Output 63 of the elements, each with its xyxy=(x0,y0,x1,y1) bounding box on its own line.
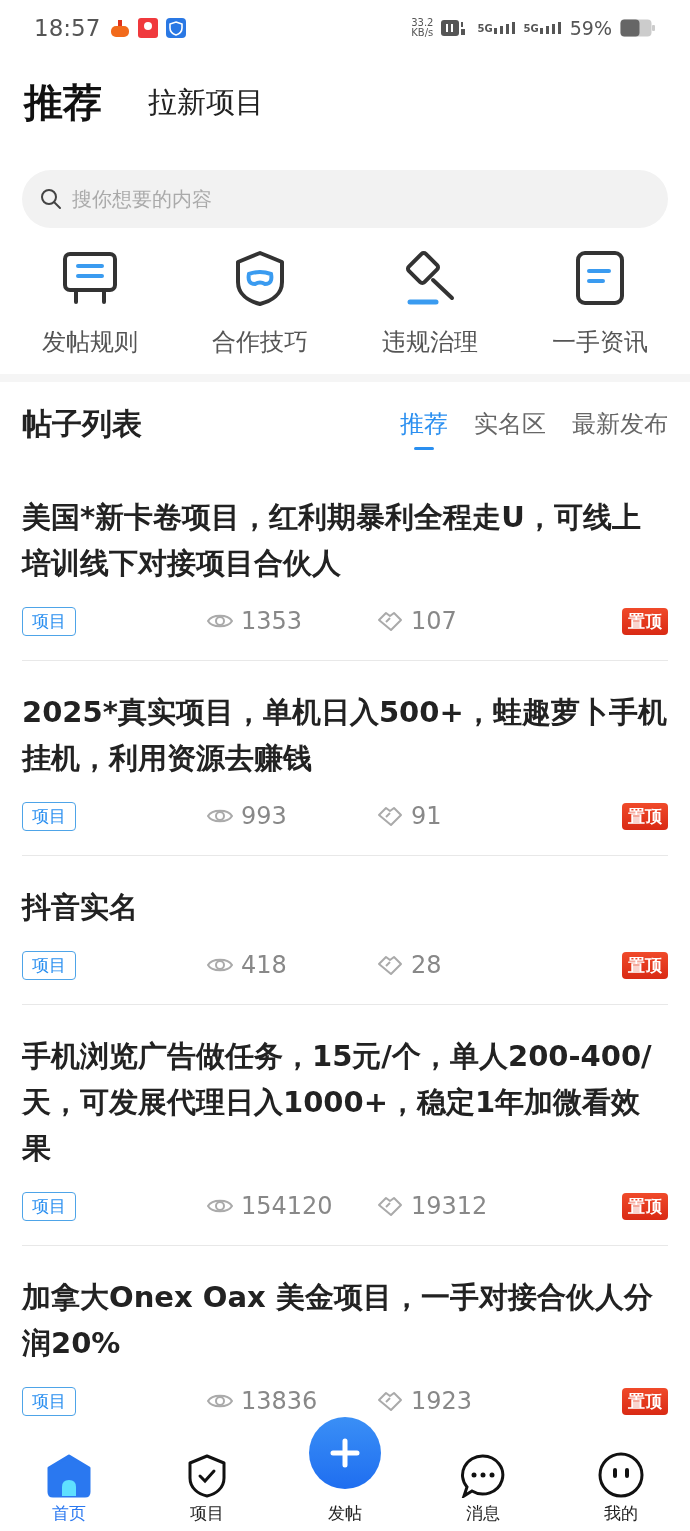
face-icon xyxy=(598,1452,644,1498)
header-tab[interactable]: 推荐 xyxy=(24,75,102,130)
pinned-badge: 置顶 xyxy=(622,1192,668,1220)
network-type: 5G xyxy=(477,22,493,34)
shield-app-icon xyxy=(166,17,187,38)
like-count: 19312 xyxy=(411,1192,488,1220)
nav-tab[interactable]: 首页 xyxy=(0,1447,138,1531)
nav-tab[interactable]: 消息 xyxy=(414,1447,552,1531)
eye-icon xyxy=(207,1392,233,1410)
header-tab[interactable]: 拉新项目 xyxy=(148,82,264,123)
nav-label[interactable]: 发帖 xyxy=(328,1502,362,1525)
like-count: 107 xyxy=(411,607,457,635)
app-icon xyxy=(110,17,131,38)
shield-check-icon xyxy=(187,1454,227,1498)
category-tag: 项目 xyxy=(22,950,76,980)
post-title[interactable]: 美国*新卡卷项目，红利期暴利全程走U，可线上培训线下对接项目合伙人 xyxy=(22,494,668,586)
clock-time: 18:57 xyxy=(34,14,101,41)
pinned-badge: 置顶 xyxy=(622,607,668,635)
network-type: 5G xyxy=(523,22,539,34)
app-icon xyxy=(138,17,159,38)
like-count: 1923 xyxy=(411,1387,473,1415)
plus-icon xyxy=(330,1438,360,1468)
post-title[interactable]: 2025*真实项目，单机日入500+，蛙趣萝卜手机挂机，利用资源去赚钱 xyxy=(22,689,668,781)
category-tag: 项目 xyxy=(22,606,76,636)
pinned-badge: 置顶 xyxy=(622,802,668,830)
pinned-badge: 置顶 xyxy=(622,1387,668,1415)
nav-tab[interactable]: 我的 xyxy=(552,1447,690,1531)
eye-icon xyxy=(207,1197,233,1215)
like-count: 28 xyxy=(411,951,442,979)
pinned-badge: 置顶 xyxy=(622,951,668,979)
home-icon xyxy=(47,1454,91,1498)
network-speed: 33.2 KB/s xyxy=(411,17,434,38)
filter-tab[interactable]: 实名区 xyxy=(474,400,546,448)
section-title: 帖子列表 xyxy=(22,404,143,443)
quick-link[interactable]: 合作技巧 xyxy=(212,326,308,358)
category-tag: 项目 xyxy=(22,1191,76,1221)
view-count: 1353 xyxy=(241,607,303,635)
search-field[interactable]: 搜你想要的内容 xyxy=(22,170,668,228)
signal-icon xyxy=(493,21,516,34)
eye-icon xyxy=(207,807,233,825)
signal-icon xyxy=(539,21,562,34)
view-count: 418 xyxy=(241,951,287,979)
category-tag: 项目 xyxy=(22,801,76,831)
search-icon xyxy=(40,188,62,210)
battery-icon xyxy=(620,18,656,37)
quick-link[interactable]: 一手资讯 xyxy=(552,326,648,358)
eye-icon xyxy=(207,956,233,974)
view-count: 13836 xyxy=(241,1387,318,1415)
like-count: 91 xyxy=(411,802,442,830)
battery-percent: 59% xyxy=(569,16,612,39)
notice-board-icon xyxy=(62,250,118,306)
post-title[interactable]: 手机浏览广告做任务，15元/个，单人200-400/天，可发展代理日入1000+，稳定1年加微看效果 xyxy=(22,1033,668,1171)
quick-link[interactable]: 违规治理 xyxy=(382,326,478,358)
quick-link[interactable]: 发帖规则 xyxy=(42,326,138,358)
filter-tab[interactable]: 最新发布 xyxy=(572,400,668,448)
view-count: 993 xyxy=(241,802,287,830)
post-title[interactable]: 加拿大Onex Oax 美金项目，一手对接合伙人分润20% xyxy=(22,1274,668,1366)
chat-bubble-icon xyxy=(460,1454,506,1498)
view-count: 154120 xyxy=(241,1192,333,1220)
eye-icon xyxy=(207,612,233,630)
nav-tab[interactable]: 项目 xyxy=(138,1447,276,1531)
category-tag: 项目 xyxy=(22,1386,76,1416)
post-title[interactable]: 抖音实名 xyxy=(22,884,668,930)
